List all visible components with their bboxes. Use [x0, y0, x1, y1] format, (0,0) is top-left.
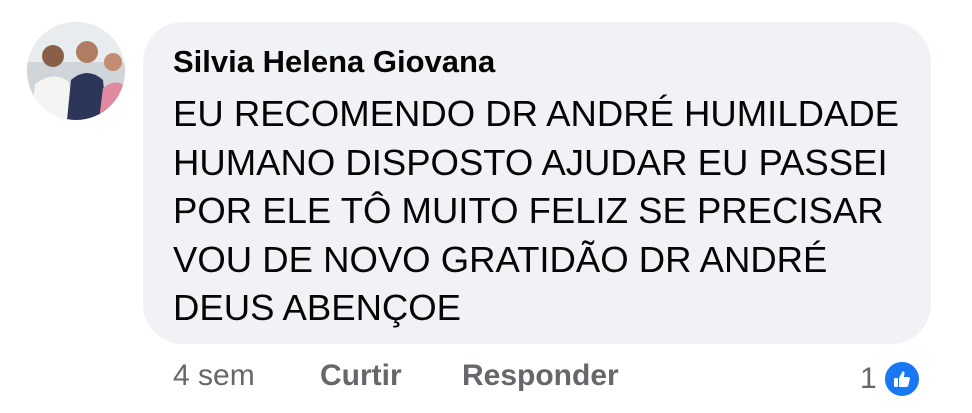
comment: Silvia Helena Giovana EU RECOMENDO DR AN…: [0, 0, 972, 413]
comment-text-line: POR ELE TÔ MUITO FELIZ SE PRECISAR: [173, 190, 884, 231]
timestamp-link[interactable]: 4 sem: [173, 359, 255, 393]
comment-text-line: DEUS ABENÇOE: [173, 287, 462, 328]
thumbs-up-glyph: [893, 371, 910, 387]
reply-button[interactable]: Responder: [462, 359, 619, 393]
comment-bubble: Silvia Helena Giovana EU RECOMENDO DR AN…: [143, 22, 931, 344]
reaction-count: 1: [860, 362, 877, 395]
like-button[interactable]: Curtir: [320, 359, 402, 393]
comment-text-line: VOU DE NOVO GRATIDÃO DR ANDRÉ: [173, 238, 828, 280]
comment-actions: 4 sem Curtir Responder 1: [0, 359, 972, 399]
avatar[interactable]: [27, 22, 125, 120]
comment-text-line: HUMANO DISPOSTO AJUDAR EU PASSEI: [173, 141, 888, 183]
avatar-photo: [27, 22, 125, 120]
comment-text-line: EU RECOMENDO DR ANDRÉ HUMILDADE: [173, 93, 900, 134]
author-name[interactable]: Silvia Helena Giovana: [173, 44, 495, 80]
like-thumbs-up-icon: [882, 360, 921, 398]
reactions-summary[interactable]: 1: [860, 359, 921, 399]
comment-text: EU RECOMENDO DR ANDRÉ HUMILDADE HUMANO D…: [173, 90, 913, 333]
